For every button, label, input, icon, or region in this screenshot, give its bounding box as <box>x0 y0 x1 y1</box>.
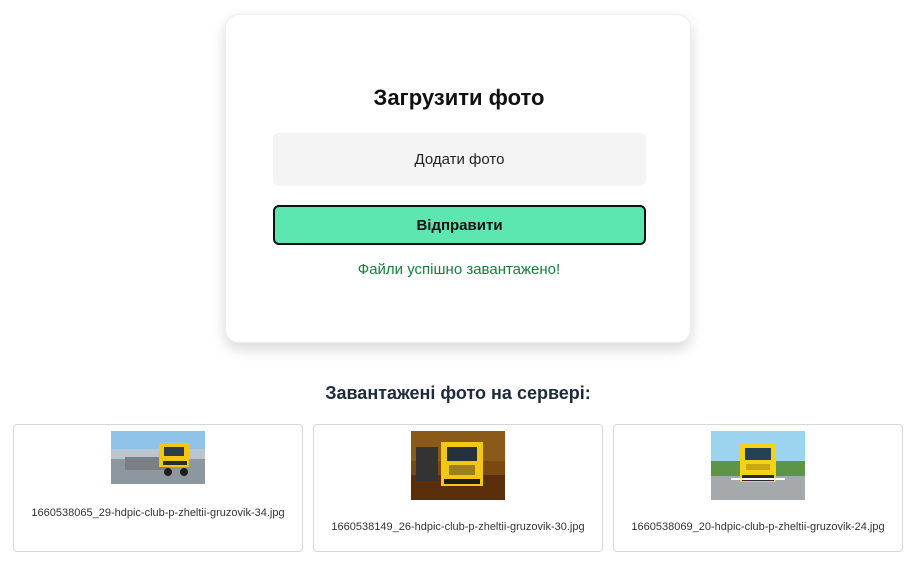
photo-thumbnail[interactable] <box>111 431 205 484</box>
photo-card[interactable]: 1660538065_29-hdpic-club-p-zheltii-gruzo… <box>13 424 303 552</box>
photo-thumbnail[interactable] <box>411 431 505 500</box>
photo-filename: 1660538069_20-hdpic-club-p-zheltii-gruzo… <box>631 521 885 533</box>
photo-card[interactable]: 1660538069_20-hdpic-club-p-zheltii-gruzo… <box>613 424 903 552</box>
photo-card[interactable]: 1660538149_26-hdpic-club-p-zheltii-gruzo… <box>313 424 603 552</box>
add-photo-input[interactable]: Додати фото <box>273 133 646 186</box>
photo-thumbnail[interactable] <box>711 431 805 500</box>
gallery-heading: Завантажені фото на сервері: <box>325 383 591 403</box>
upload-title: Загрузити фото <box>373 85 545 110</box>
photo-filename: 1660538065_29-hdpic-club-p-zheltii-gruzo… <box>31 507 285 519</box>
submit-button[interactable]: Відправити <box>273 205 646 245</box>
upload-card: Загрузити фото Додати фото Відправити Фа… <box>225 14 691 343</box>
success-message: Файли успішно завантажено! <box>357 261 561 278</box>
photo-filename: 1660538149_26-hdpic-club-p-zheltii-gruzo… <box>331 521 585 533</box>
